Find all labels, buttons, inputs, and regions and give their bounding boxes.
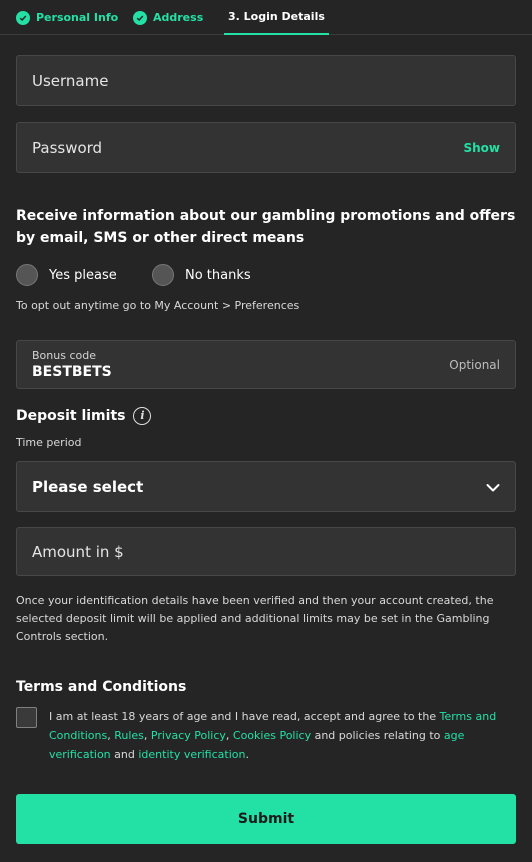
terms-text-part: , [225,729,233,742]
terms-checkbox[interactable] [16,707,37,728]
registration-form: Personal Info Address 3. Login Details U… [0,0,532,862]
time-period-label: Time period [16,436,82,449]
radio-label: Yes please [49,267,117,283]
bonus-code-field[interactable]: Bonus code BESTBETS Optional [16,340,516,389]
terms-text-part: I am at least 18 years of age and I have… [49,710,440,723]
chevron-down-icon [486,477,500,496]
check-circle-icon [16,10,30,25]
bonus-code-label: Bonus code [32,349,96,362]
check-circle-icon [133,10,147,25]
deposit-limit-note: Once your identification details have be… [16,594,494,643]
password-placeholder: Password [32,138,103,157]
step-navigation: Personal Info Address 3. Login Details [0,0,532,35]
marketing-question: Receive information about our gambling p… [16,208,516,246]
step-personal-info[interactable]: Personal Info [16,0,118,35]
terms-text-part: and policies relating to [311,729,444,742]
username-placeholder: Username [32,71,109,90]
terms-text-part: and [110,748,139,761]
terms-heading: Terms and Conditions [16,679,187,695]
step-address[interactable]: Address [133,0,203,35]
step-login-details[interactable]: 3. Login Details [224,0,329,35]
radio-yes-please[interactable]: Yes please [16,264,117,286]
time-period-selected-value: Please select [32,477,144,496]
step-label: Personal Info [36,11,119,24]
step-label: 3. Login Details [228,10,325,23]
deposit-limits-title: Deposit limits [16,408,126,424]
radio-circle-icon[interactable] [152,264,174,286]
radio-label: No thanks [185,267,251,283]
identity-verification-link[interactable]: identity verification [138,748,245,761]
radio-circle-icon[interactable] [16,264,38,286]
step-label: Address [153,11,204,24]
terms-text-part: . [245,748,249,761]
bonus-code-value: BESTBETS [32,364,112,380]
optional-label: Optional [449,357,500,372]
username-field[interactable]: Username [16,55,516,106]
cookies-policy-link[interactable]: Cookies Policy [233,729,311,742]
info-icon[interactable]: i [133,407,152,425]
deposit-amount-placeholder: Amount in $ [32,542,124,561]
time-period-select[interactable]: Please select [16,461,516,512]
show-password-button[interactable]: Show [463,141,500,155]
deposit-amount-field[interactable]: Amount in $ [16,527,516,576]
terms-agreement-text: I am at least 18 years of age and I have… [49,707,519,764]
password-field[interactable]: Password Show [16,122,516,173]
deposit-limits-heading: Deposit limits i [16,405,152,427]
radio-no-thanks[interactable]: No thanks [152,264,251,286]
opt-out-note: To opt out anytime go to My Account > Pr… [16,299,300,312]
submit-button[interactable]: Submit [16,794,516,844]
privacy-policy-link[interactable]: Privacy Policy [151,729,226,742]
terms-text-part: , [143,729,151,742]
rules-link[interactable]: Rules [114,729,144,742]
